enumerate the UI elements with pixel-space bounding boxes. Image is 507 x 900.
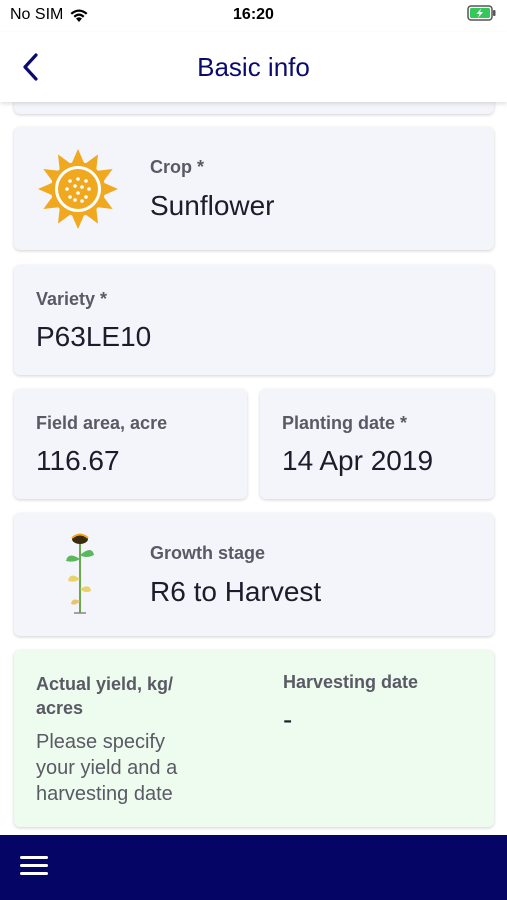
planting-date-card[interactable]: Planting date * 14 Apr 2019: [260, 389, 494, 499]
planting-date-label: Planting date *: [282, 413, 408, 433]
growth-stage-card[interactable]: Growth stage R6 to Harvest: [14, 513, 494, 636]
content-scroll[interactable]: Crop * Sunflower Variety * P63LE10 Field…: [0, 102, 507, 835]
bottom-bar: [0, 835, 507, 900]
field-area-card[interactable]: Field area, acre 116.67: [14, 389, 247, 499]
battery-charging-icon: [467, 5, 497, 27]
variety-label: Variety *: [36, 289, 108, 309]
yield-hint-line3: harvesting date: [36, 783, 173, 805]
page-title: Basic info: [197, 52, 310, 82]
variety-card[interactable]: Variety * P63LE10: [14, 265, 494, 375]
actual-yield-label-line1: Actual yield, kg/: [36, 674, 174, 694]
actual-yield-label: Actual yield, kg/ acres: [36, 672, 173, 720]
sunflower-icon: [38, 149, 118, 229]
status-bar: No SIM 16:20: [0, 0, 507, 32]
status-time: 16:20: [233, 6, 274, 23]
previous-card: [14, 102, 494, 114]
growth-stage-value: R6 to Harvest: [150, 576, 322, 607]
actual-yield-label-line2: acres: [36, 698, 84, 718]
hamburger-menu-icon[interactable]: [20, 856, 48, 878]
growth-stage-label: Growth stage: [150, 543, 266, 563]
nav-bar: Basic info: [0, 32, 507, 102]
field-area-label: Field area, acre: [36, 413, 168, 433]
yield-hint: Please specify your yield and a harvesti…: [36, 729, 177, 807]
crop-label: Crop *: [150, 157, 204, 177]
crop-card[interactable]: Crop * Sunflower: [14, 127, 494, 250]
harvesting-date-value: -: [283, 704, 293, 735]
planting-date-value: 14 Apr 2019: [282, 445, 434, 476]
yield-hint-line1: Please specify: [36, 731, 165, 753]
crop-value: Sunflower: [150, 190, 275, 221]
harvesting-date-label: Harvesting date: [283, 672, 419, 692]
variety-value: P63LE10: [36, 321, 152, 352]
sunflower-plant-icon: [66, 533, 94, 614]
yield-hint-line2: your yield and a: [36, 757, 178, 779]
yield-card[interactable]: Actual yield, kg/ acres Please specify y…: [14, 650, 494, 827]
field-area-value: 116.67: [36, 445, 120, 476]
